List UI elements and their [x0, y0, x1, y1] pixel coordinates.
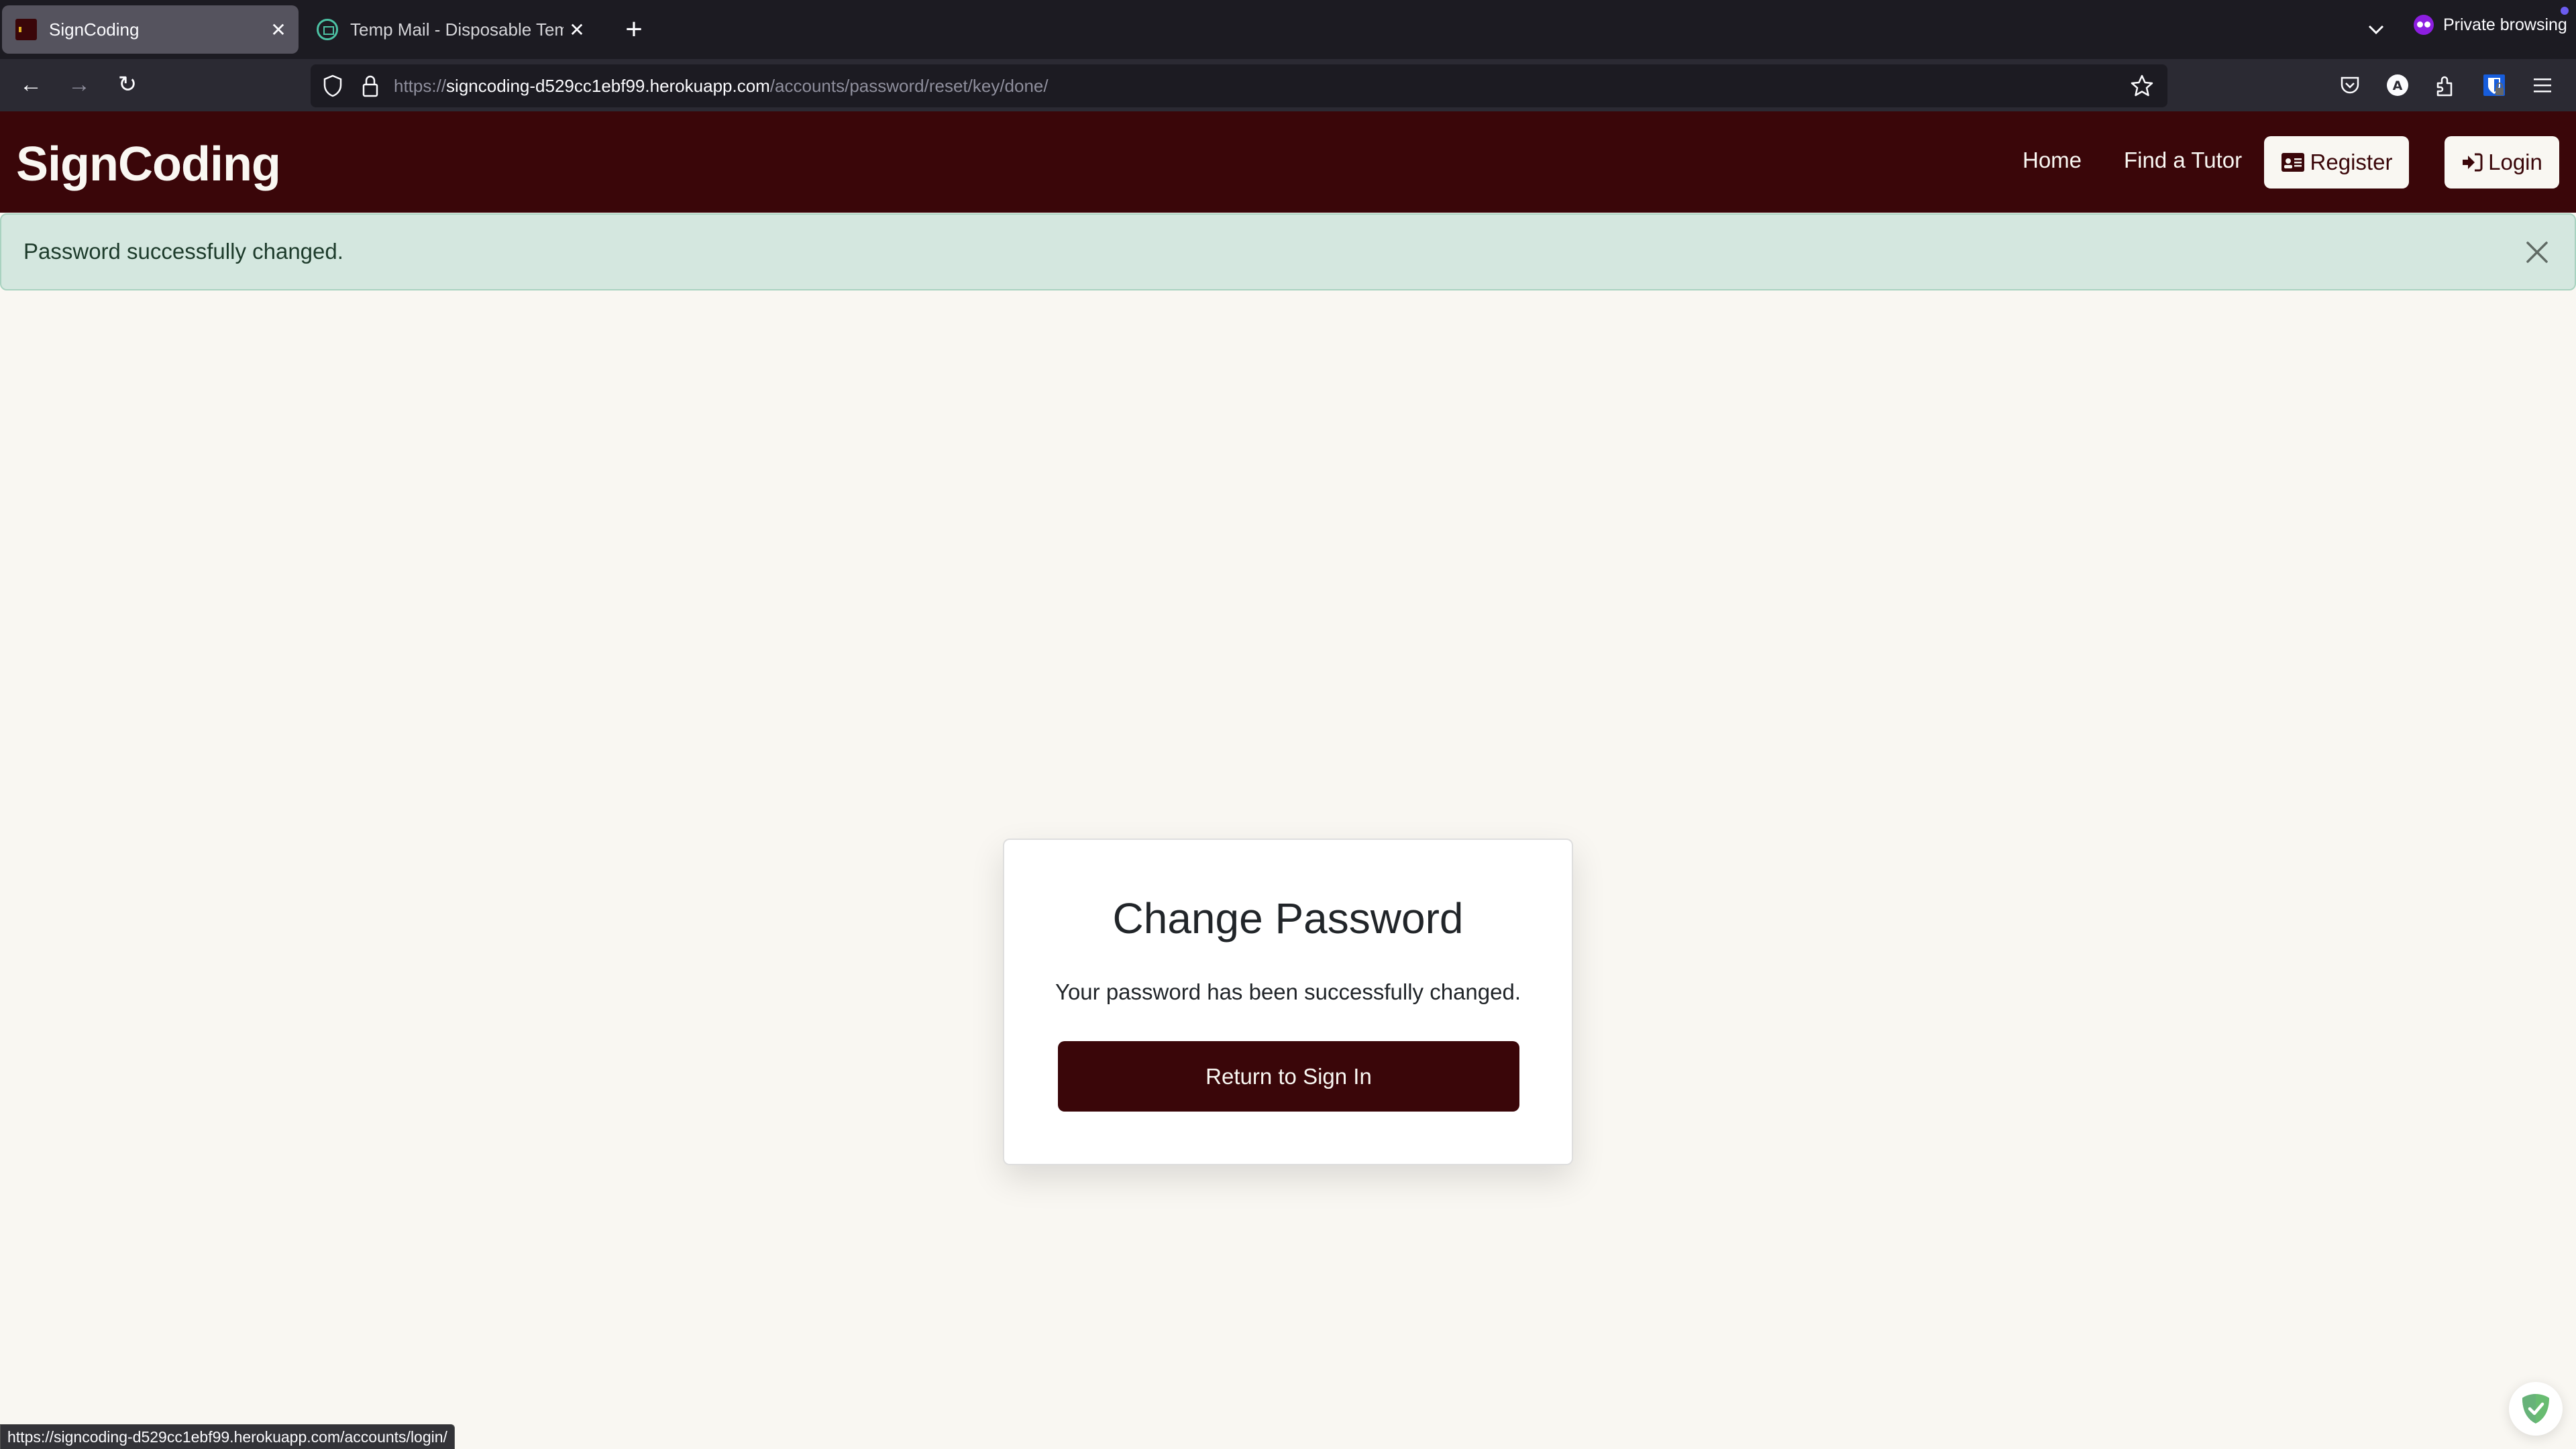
register-label: Register [2310, 150, 2393, 174]
tab-close-button[interactable]: ✕ [265, 19, 292, 41]
lock-icon[interactable] [362, 74, 379, 97]
url-path: /accounts/password/reset/key/done/ [769, 75, 1049, 96]
tab-signcoding[interactable]: SignCoding ✕ [2, 5, 299, 54]
shield-check-icon [2522, 1394, 2549, 1424]
account-avatar-icon: A [2387, 74, 2408, 96]
nav-link-find-tutor[interactable]: Find a Tutor [2124, 148, 2242, 173]
private-browsing-label: Private browsing [2443, 15, 2567, 34]
list-all-tabs-button[interactable] [2361, 15, 2391, 44]
nav-link-home[interactable]: Home [2023, 148, 2082, 173]
bookmark-star-icon[interactable] [2130, 74, 2154, 98]
site-navbar: SignCoding Home Find a Tutor Register Lo… [0, 111, 2576, 213]
id-card-icon [2281, 152, 2305, 172]
private-browsing-mask-icon [2414, 15, 2434, 35]
back-button[interactable]: ← [13, 67, 48, 102]
alert-close-button[interactable] [2525, 240, 2549, 264]
return-to-sign-in-button[interactable]: Return to Sign In [1058, 1041, 1519, 1112]
success-alert: Password successfully changed. [0, 213, 2576, 290]
app-menu-button[interactable] [2530, 72, 2555, 98]
new-tab-button[interactable]: + [614, 9, 654, 50]
extensions-button[interactable] [2433, 72, 2459, 98]
tab-temp-mail[interactable]: Temp Mail - Disposable Temporary ✕ [309, 5, 590, 54]
url-text: https://signcoding-d529cc1ebf99.herokuap… [394, 76, 1049, 97]
close-icon [2526, 241, 2548, 263]
signcoding-favicon-icon [15, 19, 37, 40]
tab-close-button[interactable]: ✕ [564, 19, 590, 41]
temp-mail-favicon-icon [317, 19, 338, 40]
address-bar[interactable]: https://signcoding-d529cc1ebf99.herokuap… [311, 64, 2167, 107]
shield-icon[interactable] [323, 74, 343, 97]
reload-icon: ↻ [117, 72, 138, 97]
bitwarden-button[interactable] [2481, 72, 2507, 98]
login-label: Login [2488, 150, 2542, 174]
svg-text:A: A [2393, 78, 2403, 93]
pocket-icon [2341, 76, 2359, 94]
arrow-left-icon: ← [19, 71, 42, 97]
register-button[interactable]: Register [2264, 136, 2409, 189]
adguard-extension-badge[interactable] [2509, 1382, 2563, 1436]
sign-in-icon [2461, 152, 2483, 172]
site-logo[interactable]: SignCoding [16, 137, 281, 192]
url-scheme: https:// [394, 75, 447, 96]
tab-title: SignCoding [49, 19, 140, 40]
arrow-right-icon: → [68, 71, 91, 97]
tab-title: Temp Mail - Disposable Temporary [350, 19, 564, 40]
pocket-button[interactable] [2337, 72, 2363, 98]
hamburger-menu-icon [2534, 78, 2551, 93]
private-browsing-indicator: Private browsing [2414, 15, 2567, 35]
card-title: Change Password [1112, 894, 1464, 943]
login-button[interactable]: Login [2445, 136, 2559, 189]
bitwarden-locked-icon [2483, 74, 2505, 96]
alert-message: Password successfully changed. [23, 239, 343, 264]
password-changed-card: Change Password Your password has been s… [1003, 839, 1573, 1165]
reload-button[interactable]: ↻ [110, 67, 145, 102]
browser-navigation-bar: ← → ↻ https://signcoding-d529cc1ebf99.he… [0, 59, 2576, 111]
forward-button[interactable]: → [62, 67, 97, 102]
url-host: signcoding-d529cc1ebf99.herokuapp.com [446, 75, 770, 96]
puzzle-piece-icon [2436, 76, 2453, 97]
card-message: Your password has been successfully chan… [1055, 979, 1521, 1004]
notification-dot [2561, 7, 2569, 15]
chevron-down-icon [2368, 25, 2384, 35]
account-button[interactable]: A [2385, 72, 2410, 98]
status-bar-link-preview: https://signcoding-d529cc1ebf99.herokuap… [0, 1424, 455, 1449]
browser-tab-bar: SignCoding ✕ Temp Mail - Disposable Temp… [0, 0, 2576, 59]
